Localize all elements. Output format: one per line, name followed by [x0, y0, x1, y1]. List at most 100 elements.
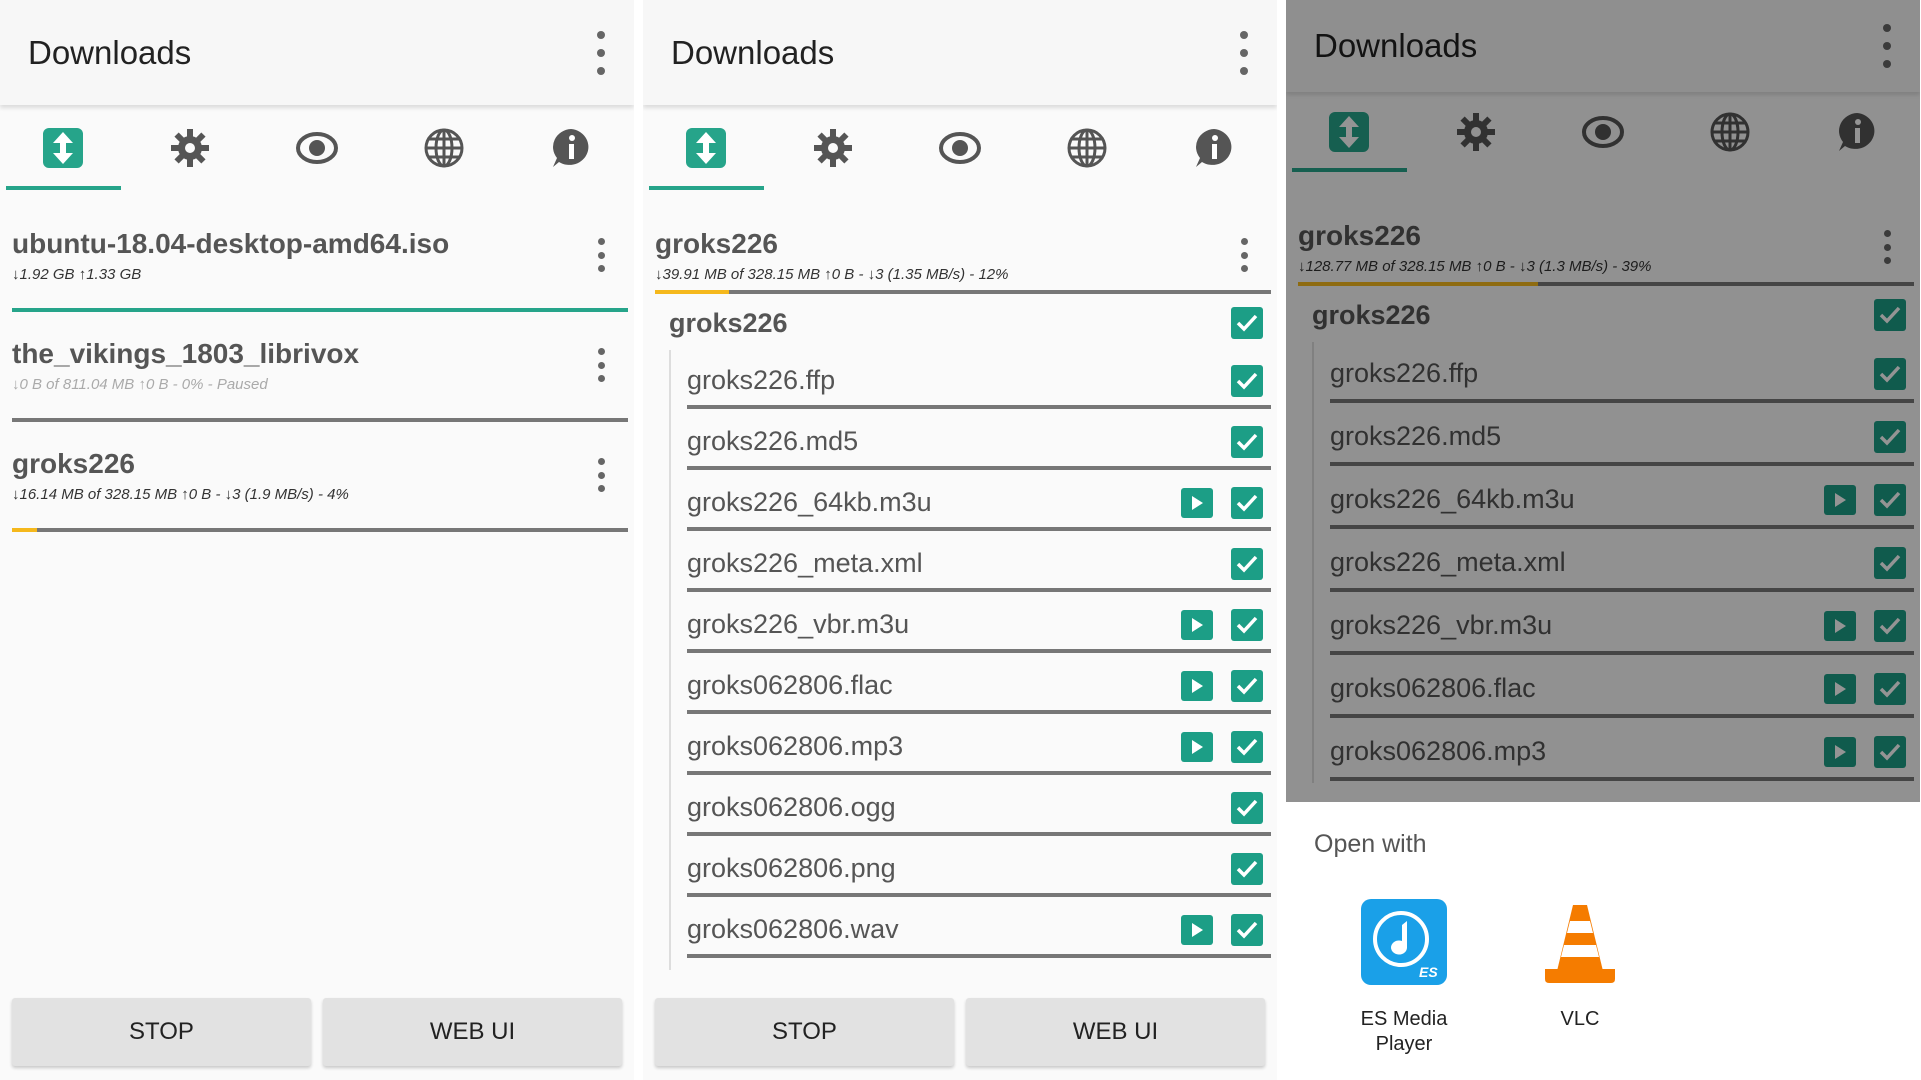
file-row[interactable]: groks062806.ogg — [671, 777, 1277, 838]
file-name: groks226.md5 — [687, 426, 859, 456]
file-checkbox[interactable] — [1231, 669, 1263, 702]
file-checkbox[interactable] — [1231, 608, 1263, 641]
torrent-row[interactable]: groks226 ↓16.14 MB of 328.15 MB ↑0 B - ↓… — [0, 430, 634, 540]
torrent-menu-icon[interactable] — [596, 458, 606, 492]
app-option-vlc[interactable]: VLC — [1518, 899, 1642, 1057]
file-checkbox[interactable] — [1874, 609, 1906, 642]
file-checkbox[interactable] — [1231, 425, 1263, 458]
file-checkbox[interactable] — [1874, 546, 1906, 579]
page-title: Downloads — [1314, 27, 1478, 64]
tab-network[interactable] — [380, 105, 507, 190]
tab-view[interactable] — [1540, 92, 1667, 172]
file-row[interactable]: groks226_vbr.m3u — [1314, 594, 1920, 657]
play-button[interactable] — [1181, 670, 1213, 701]
overflow-menu-icon[interactable] — [1239, 30, 1249, 75]
file-row[interactable]: groks062806.wav — [671, 899, 1277, 960]
play-button[interactable] — [1824, 610, 1856, 641]
tab-settings[interactable] — [1413, 92, 1540, 172]
torrent-menu-icon[interactable] — [1882, 230, 1892, 264]
web-ui-button[interactable]: WEB UI — [966, 998, 1265, 1066]
play-button[interactable] — [1181, 914, 1213, 945]
tab-about[interactable] — [1150, 105, 1277, 190]
file-progress-bar — [1330, 777, 1914, 781]
file-progress-bar — [687, 771, 1271, 775]
file-checkbox[interactable] — [1231, 547, 1263, 580]
file-checkbox[interactable] — [1231, 486, 1263, 519]
play-button[interactable] — [1824, 484, 1856, 515]
overflow-menu-icon[interactable] — [1882, 24, 1892, 68]
play-button[interactable] — [1181, 731, 1213, 762]
open-with-sheet: Open with ES ES Media Player VLC — [1286, 802, 1920, 1080]
tab-transfers[interactable] — [0, 105, 127, 190]
play-button[interactable] — [1181, 609, 1213, 640]
torrent-row[interactable]: ubuntu-18.04-desktop-amd64.iso ↓1.92 GB … — [0, 210, 634, 320]
file-row[interactable]: groks226_vbr.m3u — [671, 594, 1277, 655]
file-name: groks226_64kb.m3u — [1330, 484, 1575, 514]
file-checkbox[interactable] — [1874, 483, 1906, 516]
file-checkbox[interactable] — [1874, 735, 1906, 768]
file-row[interactable]: groks226.md5 — [671, 411, 1277, 472]
tab-transfers[interactable] — [643, 105, 770, 190]
file-checkbox[interactable] — [1231, 913, 1263, 946]
tab-network[interactable] — [1023, 105, 1150, 190]
file-row[interactable]: groks062806_64kb.mp3 — [671, 960, 1277, 970]
file-row[interactable]: groks226.ffp — [671, 350, 1277, 411]
file-checkbox[interactable] — [1231, 730, 1263, 763]
check-icon — [1236, 494, 1258, 512]
tab-transfers[interactable] — [1286, 92, 1413, 172]
file-checkbox[interactable] — [1874, 357, 1906, 390]
file-actions — [1181, 669, 1263, 702]
file-checkbox[interactable] — [1231, 852, 1263, 885]
torrent-row[interactable]: groks226 ↓39.91 MB of 328.15 MB ↑0 B - ↓… — [643, 210, 1277, 296]
file-row[interactable]: groks062806.png — [671, 838, 1277, 899]
folder-checkbox[interactable] — [1874, 299, 1906, 331]
file-row[interactable]: groks226_64kb.m3u — [1314, 468, 1920, 531]
stop-button[interactable]: STOP — [12, 998, 311, 1066]
app-option-es-media-player[interactable]: ES ES Media Player — [1342, 899, 1466, 1057]
file-name: groks062806.wav — [687, 914, 899, 944]
file-row[interactable]: groks226.ffp — [1314, 342, 1920, 405]
overflow-menu-icon[interactable] — [596, 30, 606, 75]
file-row[interactable]: groks226_meta.xml — [671, 533, 1277, 594]
tab-view[interactable] — [897, 105, 1024, 190]
file-row[interactable]: groks062806.flac — [1314, 657, 1920, 720]
torrent-progress-bar — [655, 290, 1271, 294]
check-icon — [1236, 555, 1258, 573]
folder-row[interactable]: groks226 — [643, 296, 1277, 350]
folder-checkbox[interactable] — [1231, 307, 1263, 339]
tab-settings[interactable] — [770, 105, 897, 190]
file-checkbox[interactable] — [1874, 672, 1906, 705]
file-checkbox[interactable] — [1231, 791, 1263, 824]
torrent-row[interactable]: the_vikings_1803_librivox ↓0 B of 811.04… — [0, 320, 634, 430]
file-row[interactable]: groks226_64kb.m3u — [671, 472, 1277, 533]
file-row[interactable]: groks226.md5 — [1314, 405, 1920, 468]
file-row[interactable]: groks062806.mp3 — [1314, 720, 1920, 783]
file-row[interactable]: groks062806.mp3 — [671, 716, 1277, 777]
file-name: groks062806.png — [687, 853, 896, 883]
file-checkbox[interactable] — [1231, 364, 1263, 397]
play-button[interactable] — [1824, 673, 1856, 704]
tab-view[interactable] — [254, 105, 381, 190]
torrent-row[interactable]: groks226 ↓128.77 MB of 328.15 MB ↑0 B - … — [1286, 202, 1920, 288]
file-checkbox[interactable] — [1874, 420, 1906, 453]
tab-network[interactable] — [1666, 92, 1793, 172]
torrent-menu-icon[interactable] — [596, 348, 606, 382]
info-icon — [1195, 128, 1231, 167]
tab-about[interactable] — [1793, 92, 1920, 172]
tab-settings[interactable] — [127, 105, 254, 190]
play-button[interactable] — [1181, 487, 1213, 518]
file-row[interactable]: groks226_meta.xml — [1314, 531, 1920, 594]
torrent-detail: groks226 ↓128.77 MB of 328.15 MB ↑0 B - … — [1286, 202, 1920, 783]
file-row[interactable]: groks062806.flac — [671, 655, 1277, 716]
stop-button[interactable]: STOP — [655, 998, 954, 1066]
play-button[interactable] — [1824, 736, 1856, 767]
file-name: groks226.ffp — [687, 365, 836, 395]
web-ui-button[interactable]: WEB UI — [323, 998, 622, 1066]
globe-icon — [424, 128, 464, 167]
tab-about[interactable] — [507, 105, 634, 190]
file-progress-bar — [1330, 462, 1914, 466]
torrent-menu-icon[interactable] — [596, 238, 606, 272]
folder-row[interactable]: groks226 — [1286, 288, 1920, 342]
check-icon — [1879, 680, 1901, 698]
torrent-menu-icon[interactable] — [1239, 238, 1249, 272]
